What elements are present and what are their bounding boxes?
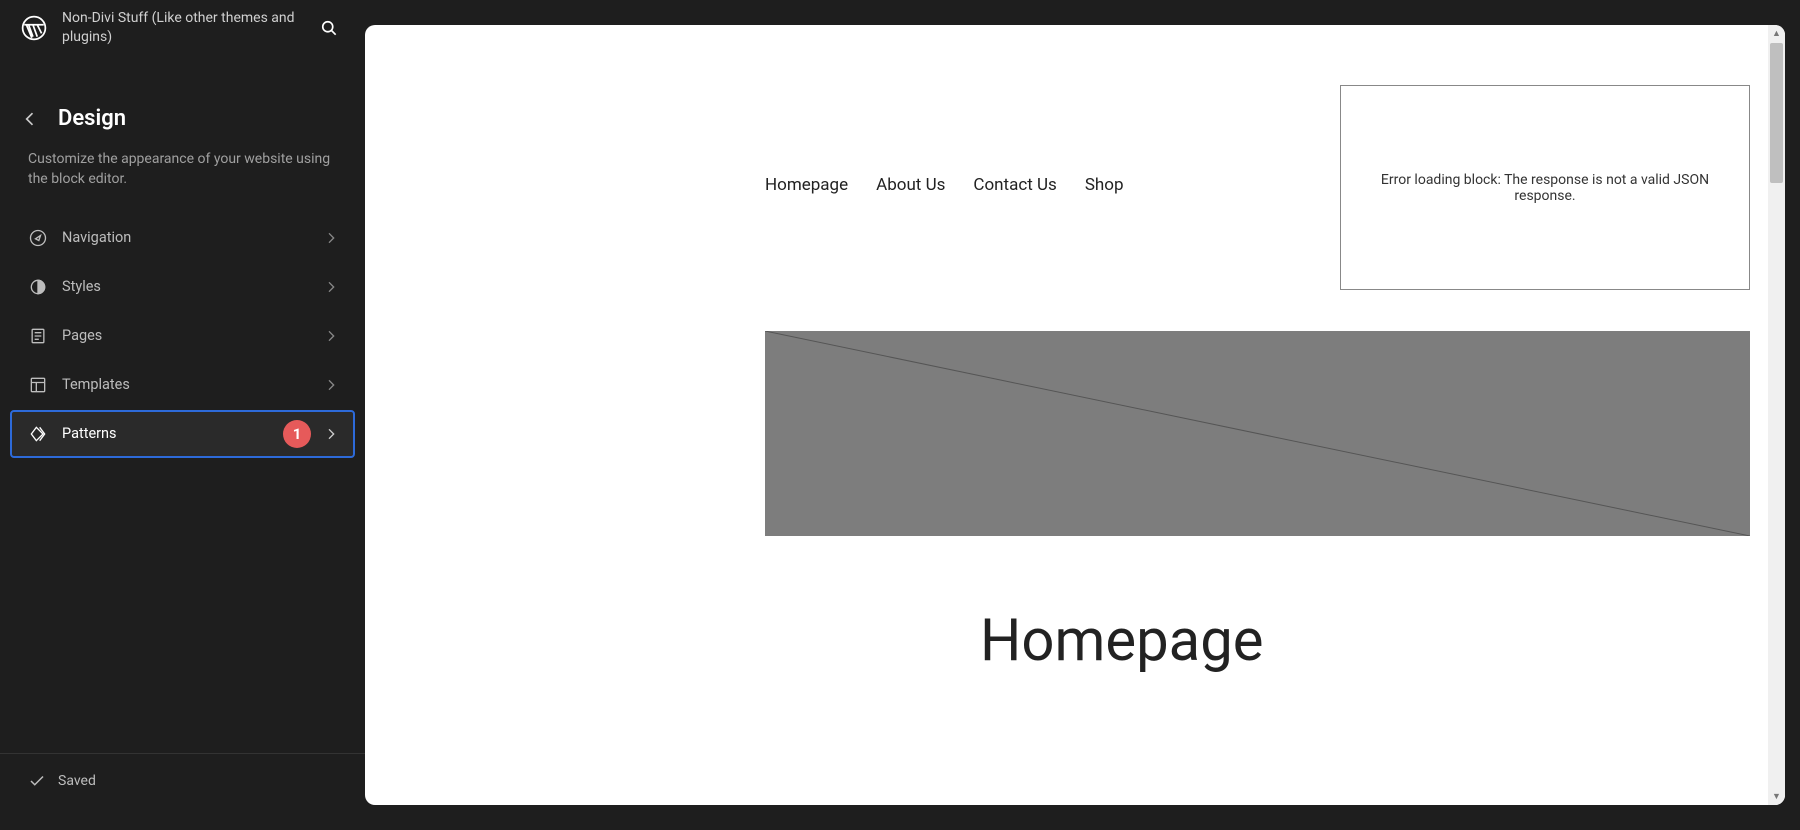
chevron-right-icon xyxy=(323,328,339,344)
section-description: Customize the appearance of your website… xyxy=(0,141,365,208)
search-button[interactable] xyxy=(313,12,345,44)
compass-icon xyxy=(26,226,50,250)
chevron-right-icon xyxy=(323,279,339,295)
chevron-right-icon xyxy=(323,426,339,442)
scroll-down-button[interactable]: ▼ xyxy=(1768,788,1785,805)
page-heading: Homepage xyxy=(980,607,1264,675)
canvas-wrap: Homepage About Us Contact Us Shop Error … xyxy=(365,0,1800,830)
diamond-icon xyxy=(26,422,50,446)
scrollbar[interactable]: ▲ ▼ xyxy=(1768,25,1785,805)
menu-label: Templates xyxy=(62,376,323,393)
page-icon xyxy=(26,324,50,348)
sidebar-footer: Saved xyxy=(0,753,365,830)
preview-canvas[interactable]: Homepage About Us Contact Us Shop Error … xyxy=(365,25,1785,805)
chevron-left-icon xyxy=(20,109,40,129)
sidebar-item-pages[interactable]: Pages xyxy=(10,312,355,360)
save-status: Saved xyxy=(58,773,96,789)
nav-link-shop[interactable]: Shop xyxy=(1085,175,1124,195)
sidebar: Non-Divi Stuff (Like other themes and pl… xyxy=(0,0,365,830)
scroll-up-button[interactable]: ▲ xyxy=(1768,25,1785,42)
menu-label: Styles xyxy=(62,278,323,295)
site-title: Non-Divi Stuff (Like other themes and pl… xyxy=(62,9,313,47)
sidebar-item-navigation[interactable]: Navigation xyxy=(10,214,355,262)
nav-link-about[interactable]: About Us xyxy=(876,175,945,195)
section-title: Design xyxy=(58,106,126,131)
menu-label: Pages xyxy=(62,327,323,344)
block-error-box: Error loading block: The response is not… xyxy=(1340,85,1750,290)
scroll-thumb[interactable] xyxy=(1770,43,1783,183)
chevron-right-icon xyxy=(323,377,339,393)
nav-link-homepage[interactable]: Homepage xyxy=(765,175,848,195)
sidebar-item-patterns[interactable]: Patterns 1 xyxy=(10,410,355,458)
sidebar-item-styles[interactable]: Styles xyxy=(10,263,355,311)
back-button[interactable] xyxy=(20,109,40,129)
chevron-right-icon xyxy=(323,230,339,246)
sidebar-item-templates[interactable]: Templates xyxy=(10,361,355,409)
section-title-row: Design xyxy=(0,56,365,141)
check-icon xyxy=(28,772,46,790)
sidebar-header: Non-Divi Stuff (Like other themes and pl… xyxy=(0,0,365,56)
half-circle-icon xyxy=(26,275,50,299)
menu-label: Navigation xyxy=(62,229,323,246)
wordpress-logo-icon[interactable] xyxy=(20,14,48,42)
nav-link-contact[interactable]: Contact Us xyxy=(973,175,1056,195)
annotation-badge: 1 xyxy=(283,420,311,448)
layout-icon xyxy=(26,373,50,397)
sidebar-menu: Navigation Styles Pages xyxy=(0,208,365,459)
search-icon xyxy=(319,18,339,38)
media-placeholder xyxy=(765,331,1750,536)
block-error-message: Error loading block: The response is not… xyxy=(1357,172,1733,204)
